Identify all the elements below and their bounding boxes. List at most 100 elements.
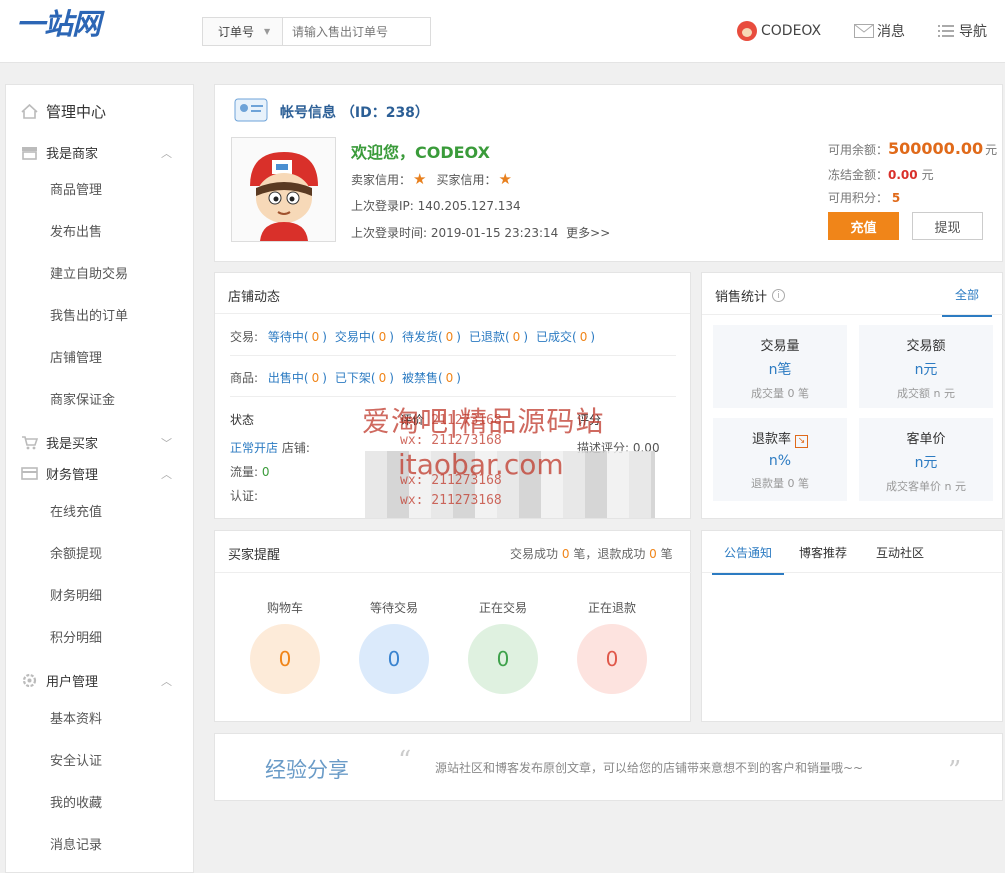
stat-avg-price: 客单价 n元 成交客单价 n 元 bbox=[859, 418, 993, 501]
stat-sub: 成交额 n 元 bbox=[897, 387, 955, 400]
avatar bbox=[231, 137, 336, 242]
sidebar-head-finance[interactable]: 财务管理 ︿ bbox=[21, 464, 172, 483]
sales-panel: 销售统计 i 全部 交易量 n笔 成交量 0 笔 交易额 n元 成交额 n 元 … bbox=[701, 272, 1004, 519]
top-bar: 一站网 订单号 ▼ CODEOX 消息 导航 bbox=[0, 0, 1005, 63]
divider bbox=[702, 314, 1004, 315]
sidebar-head-label: 用户管理 bbox=[46, 675, 99, 690]
chevron-down-icon[interactable]: ﹀ bbox=[161, 435, 172, 451]
sidebar-item-self-trade[interactable]: 建立自助交易 bbox=[50, 263, 128, 282]
trade-link[interactable]: 已成交(0) bbox=[536, 330, 595, 344]
trade-link[interactable]: 待发货(0) bbox=[402, 330, 461, 344]
shop-panel-title: 店铺动态 bbox=[228, 290, 281, 305]
divider bbox=[230, 396, 676, 397]
stat-value: n笔 bbox=[768, 362, 792, 378]
tab-announcements[interactable]: 公告通知 bbox=[712, 544, 785, 575]
traffic-label: 流量: bbox=[230, 465, 259, 479]
info-icon[interactable]: i bbox=[772, 289, 786, 302]
site-logo[interactable]: 一站网 bbox=[16, 7, 101, 41]
paren: ) bbox=[523, 330, 528, 344]
sidebar-head-user[interactable]: 用户管理 ︿ bbox=[21, 671, 172, 690]
sidebar-item-shop[interactable]: 店铺管理 bbox=[50, 347, 102, 366]
buyer-stat-circle[interactable]: 0 bbox=[359, 624, 429, 694]
chevron-down-icon: ▼ bbox=[264, 27, 271, 36]
goods-status-row: 商品: 出售中(0) 已下架(0) 被禁售(0) bbox=[230, 369, 469, 386]
buyer-stat-label: 正在退款 bbox=[587, 601, 636, 615]
sidebar-head-dashboard[interactable]: 管理中心 bbox=[21, 101, 106, 122]
trade-link[interactable]: 已退款(0) bbox=[469, 330, 528, 344]
recharge-button[interactable]: 充值 bbox=[828, 212, 899, 240]
buyer-credit-label: 买家信用： bbox=[436, 172, 497, 187]
search-box: 订单号 ▼ bbox=[202, 17, 431, 46]
search-type-select[interactable]: 订单号 ▼ bbox=[203, 18, 283, 45]
stat-value: n% bbox=[768, 453, 792, 469]
nav-link[interactable]: 导航 bbox=[938, 21, 987, 41]
sidebar-head-label: 我是买家 bbox=[46, 437, 99, 452]
paren: ) bbox=[590, 330, 596, 344]
star-icon: ★ bbox=[413, 170, 427, 188]
sidebar-item-recharge[interactable]: 在线充值 bbox=[50, 501, 102, 520]
goods-link[interactable]: 已下架(0) bbox=[335, 371, 394, 385]
sidebar-item-profile[interactable]: 基本资料 bbox=[50, 708, 102, 727]
sidebar-item-sold-orders[interactable]: 我售出的订单 bbox=[50, 305, 128, 324]
paren: ( bbox=[437, 330, 443, 344]
last-login-time-row: 上次登录时间: 2019-01-15 23:23:14 更多>> bbox=[351, 224, 610, 241]
frozen-row: 冻结金额： 0.00 元 bbox=[828, 166, 934, 183]
star-icon: ★ bbox=[498, 170, 512, 188]
tab-community[interactable]: 互动社区 bbox=[876, 544, 924, 561]
chevron-up-icon[interactable]: ︿ bbox=[161, 466, 172, 482]
sales-panel-title-row: 销售统计 i bbox=[715, 286, 786, 305]
paren: ( bbox=[370, 371, 376, 385]
sidebar-head-buyer[interactable]: 我是买家 ﹀ bbox=[21, 433, 172, 452]
withdraw-button[interactable]: 提现 bbox=[912, 212, 983, 240]
chevron-up-icon[interactable]: ︿ bbox=[161, 145, 172, 161]
account-title: 帐号信息 （ID：238） bbox=[280, 105, 429, 121]
more-link[interactable]: 更多>> bbox=[566, 226, 610, 240]
sidebar-item-withdraw[interactable]: 余额提现 bbox=[50, 543, 102, 562]
buyer-stat-circle[interactable]: 0 bbox=[250, 624, 320, 694]
watermark-wx: wx: 211273168 bbox=[400, 493, 502, 508]
messages-link[interactable]: 消息 bbox=[854, 21, 905, 41]
sidebar-item-deposit[interactable]: 商家保证金 bbox=[50, 389, 115, 408]
tab-all[interactable]: 全部 bbox=[942, 286, 992, 317]
points-value: 5 bbox=[891, 191, 901, 205]
sidebar-item-security[interactable]: 安全认证 bbox=[50, 750, 102, 769]
sidebar-item-favorites[interactable]: 我的收藏 bbox=[50, 792, 102, 811]
trade-label: 交易: bbox=[230, 330, 259, 344]
credit-row: 卖家信用： ★ 买家信用： ★ bbox=[351, 170, 512, 188]
trade-status-row: 交易: 等待中(0) 交易中(0) 待发货(0) 已退款(0) 已成交(0) bbox=[230, 328, 603, 345]
buyer-stat-circle[interactable]: 0 bbox=[577, 624, 647, 694]
frozen-value: 0.00 bbox=[888, 168, 918, 182]
goods-link[interactable]: 出售中(0) bbox=[268, 371, 327, 385]
sidebar-item-points-detail[interactable]: 积分明细 bbox=[50, 627, 102, 646]
stat-volume: 交易量 n笔 成交量 0 笔 bbox=[713, 325, 847, 408]
chevron-up-icon[interactable]: ︿ bbox=[161, 673, 172, 689]
tab-blog[interactable]: 博客推荐 bbox=[799, 544, 847, 561]
paren: ) bbox=[389, 371, 394, 385]
trade-link[interactable]: 交易中(0) bbox=[335, 330, 394, 344]
sidebar-item-publish[interactable]: 发布出售 bbox=[50, 221, 102, 240]
summary-text: 交易成功 bbox=[510, 547, 559, 561]
goods-link[interactable]: 被禁售(0) bbox=[402, 371, 461, 385]
trade-link[interactable]: 等待中(0) bbox=[268, 330, 327, 344]
goods-link-label: 出售中 bbox=[267, 371, 304, 385]
sidebar-item-message-log[interactable]: 消息记录 bbox=[50, 834, 102, 853]
seller-credit-label: 卖家信用： bbox=[351, 172, 412, 187]
list-icon bbox=[938, 25, 954, 37]
sidebar-head-seller[interactable]: 我是商家 ︿ bbox=[21, 143, 172, 162]
paren: ( bbox=[572, 330, 577, 344]
divider bbox=[702, 572, 1004, 573]
quote-open-icon: “ bbox=[398, 746, 412, 776]
trade-link-label: 交易中 bbox=[334, 330, 371, 344]
trade-link-count: 0 bbox=[378, 330, 387, 344]
messages-label: 消息 bbox=[877, 24, 905, 40]
user-menu[interactable]: CODEOX bbox=[737, 21, 821, 41]
buyer-stat-label: 购物车 bbox=[266, 601, 303, 615]
paren: ) bbox=[456, 330, 461, 344]
paren: ( bbox=[370, 330, 376, 344]
search-input[interactable] bbox=[283, 18, 428, 45]
sidebar-item-finance-detail[interactable]: 财务明细 bbox=[50, 585, 102, 604]
sidebar-item-goods[interactable]: 商品管理 bbox=[50, 179, 102, 198]
buyer-stat-circle[interactable]: 0 bbox=[468, 624, 538, 694]
status-heading: 状态 bbox=[230, 413, 255, 427]
paren: ) bbox=[322, 371, 327, 385]
